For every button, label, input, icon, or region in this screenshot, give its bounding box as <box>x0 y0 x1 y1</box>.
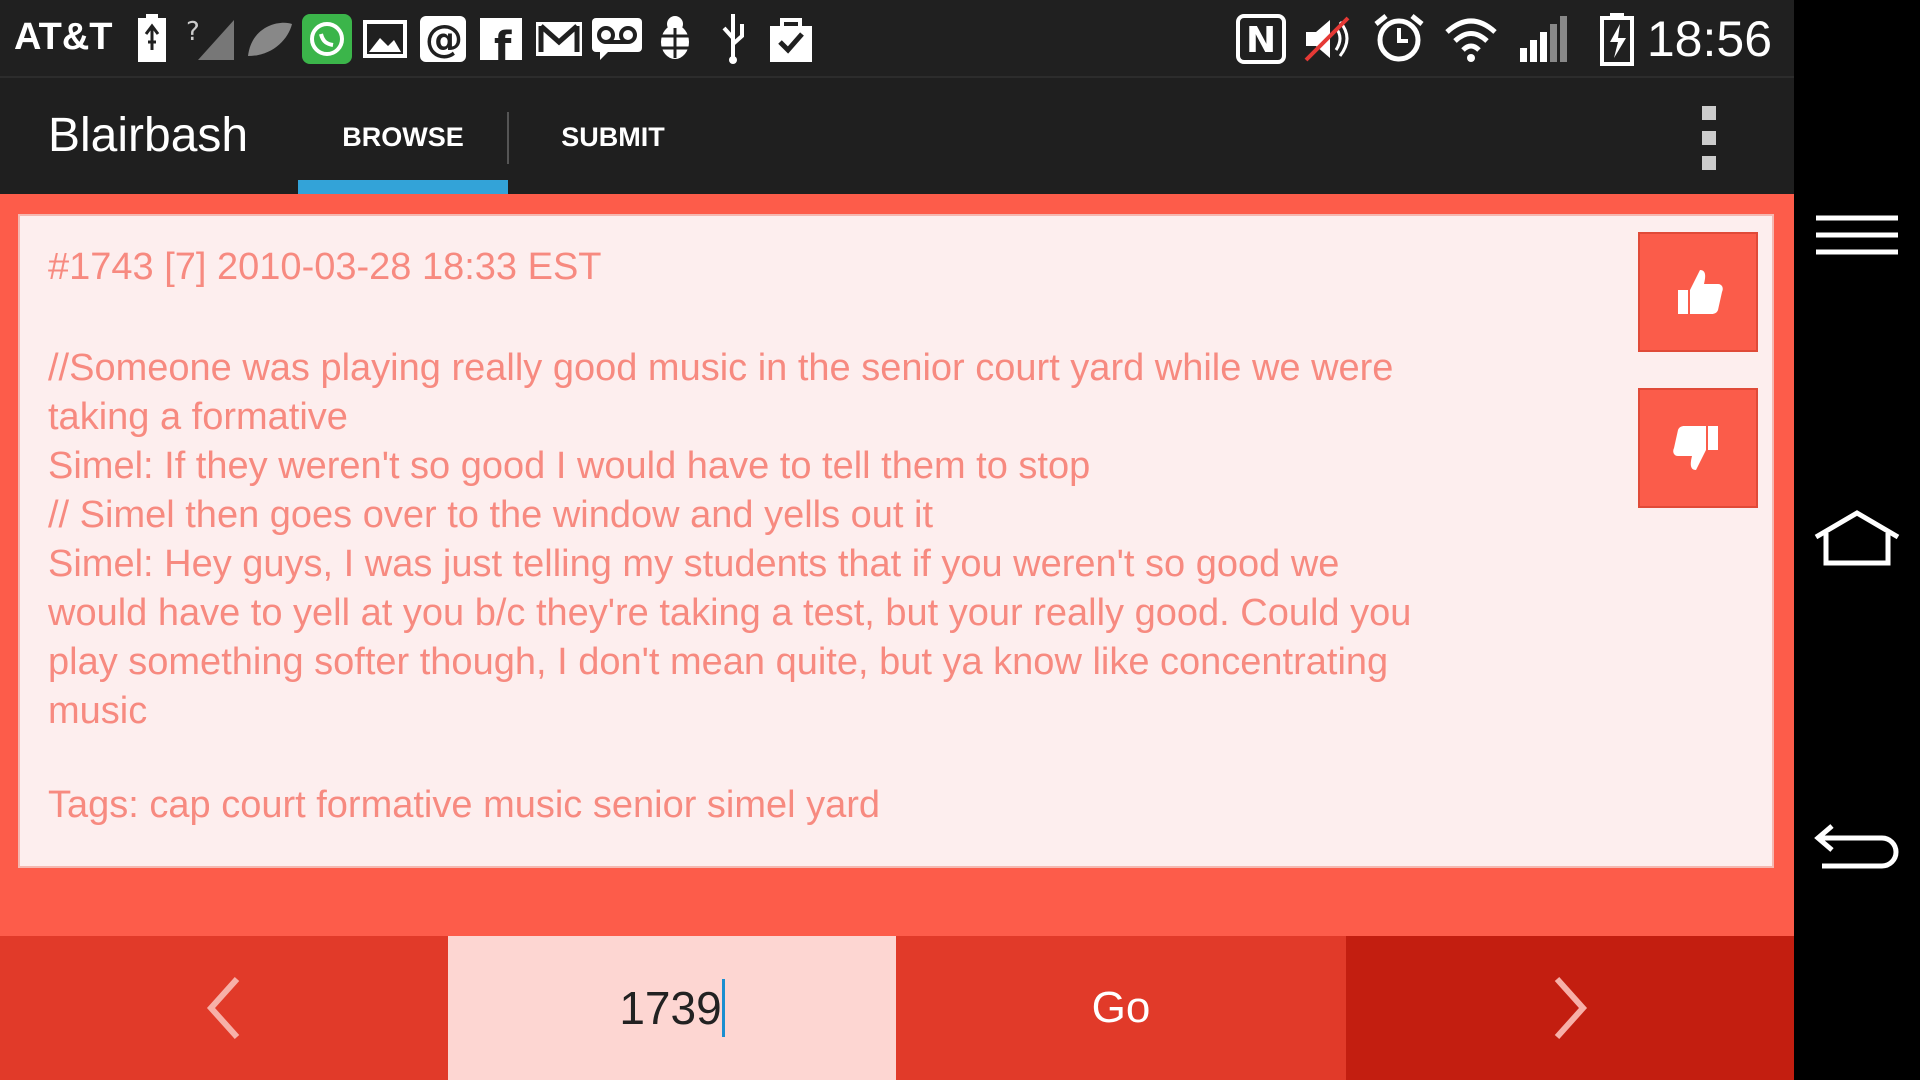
battery-charging-icon <box>1600 13 1634 66</box>
chevron-right-icon <box>1554 976 1588 1040</box>
tab-submit-label: SUBMIT <box>561 122 665 152</box>
gmail-icon <box>536 22 582 56</box>
go-button-label: Go <box>1091 983 1151 1032</box>
svg-text:?: ? <box>186 17 200 47</box>
gallery-icon <box>363 20 407 58</box>
quote-line: Simel: Hey guys, I was just telling my s… <box>48 543 1340 585</box>
usb-battery-icon <box>138 14 166 62</box>
tab-browse-label: BROWSE <box>342 122 464 152</box>
overflow-menu-icon[interactable] <box>1692 106 1726 172</box>
quote-line: //Someone was playing really good music … <box>48 347 1394 389</box>
email-at-icon: @ <box>420 16 466 62</box>
whatsapp-icon <box>302 14 352 64</box>
svg-text:@: @ <box>425 17 463 61</box>
content-area: #1743 [7] 2010-03-28 18:33 EST //Someone… <box>0 194 1794 936</box>
app-title: Blairbash <box>48 109 249 162</box>
quote-line: taking a formative <box>48 396 348 438</box>
thumbs-down-icon <box>1673 426 1718 470</box>
quote-meta: #1743 [7] 2010-03-28 18:33 EST <box>48 246 602 288</box>
upvote-button[interactable] <box>1638 232 1758 352</box>
pagination-bar: 1739 Go <box>0 936 1794 1080</box>
clock: 18:56 <box>1646 11 1772 67</box>
alarm-icon <box>1374 14 1424 62</box>
no-signal-icon: ? <box>186 17 234 60</box>
action-bar: Blairbash BROWSE SUBMIT <box>0 76 1794 196</box>
usb-icon <box>722 14 744 64</box>
nfc-icon: N <box>1236 14 1286 64</box>
quote-line: // Simel then goes over to the window an… <box>48 494 934 536</box>
back-icon[interactable] <box>1812 808 1902 878</box>
thumbs-up-icon <box>1678 270 1723 314</box>
quote-text: //Someone was playing really good music … <box>48 344 1608 736</box>
bug-icon <box>656 16 694 59</box>
system-nav-bar <box>1794 0 1920 1080</box>
quote-tags: Tags: cap court formative music senior s… <box>48 784 881 826</box>
shopping-bag-icon <box>770 18 812 62</box>
svg-text:f: f <box>494 24 512 66</box>
quote-card: #1743 [7] 2010-03-28 18:33 EST //Someone… <box>18 214 1774 868</box>
home-icon[interactable] <box>1812 505 1902 575</box>
text-cursor <box>721 979 725 1037</box>
tab-browse[interactable]: BROWSE <box>298 78 508 196</box>
quote-line: play something softer though, I don't me… <box>48 641 1389 683</box>
tab-divider <box>507 112 509 164</box>
next-button[interactable] <box>1346 936 1794 1080</box>
quote-line: music <box>48 690 148 732</box>
carrier-label: AT&T <box>14 16 113 58</box>
leaf-icon <box>248 22 292 56</box>
svg-text:N: N <box>1246 20 1276 61</box>
voicemail-icon <box>592 18 642 60</box>
page-number-field[interactable]: 1739 <box>448 936 896 1080</box>
go-button[interactable]: Go <box>896 936 1346 1080</box>
chevron-left-icon <box>206 976 240 1040</box>
page-number-input[interactable]: 1739 <box>619 981 721 1035</box>
status-bar: AT&T ? @ f N 18:56 <box>0 0 1794 76</box>
menu-icon[interactable] <box>1812 200 1902 270</box>
wifi-icon <box>1445 18 1497 62</box>
tab-submit[interactable]: SUBMIT <box>510 78 716 196</box>
facebook-icon: f <box>480 18 522 66</box>
quote-line: Simel: If they weren't so good I would h… <box>48 445 1091 487</box>
quote-line: would have to yell at you b/c they're ta… <box>48 592 1412 634</box>
signal-icon <box>1520 16 1567 62</box>
mute-icon <box>1304 16 1350 62</box>
previous-button[interactable] <box>0 936 448 1080</box>
downvote-button[interactable] <box>1638 388 1758 508</box>
